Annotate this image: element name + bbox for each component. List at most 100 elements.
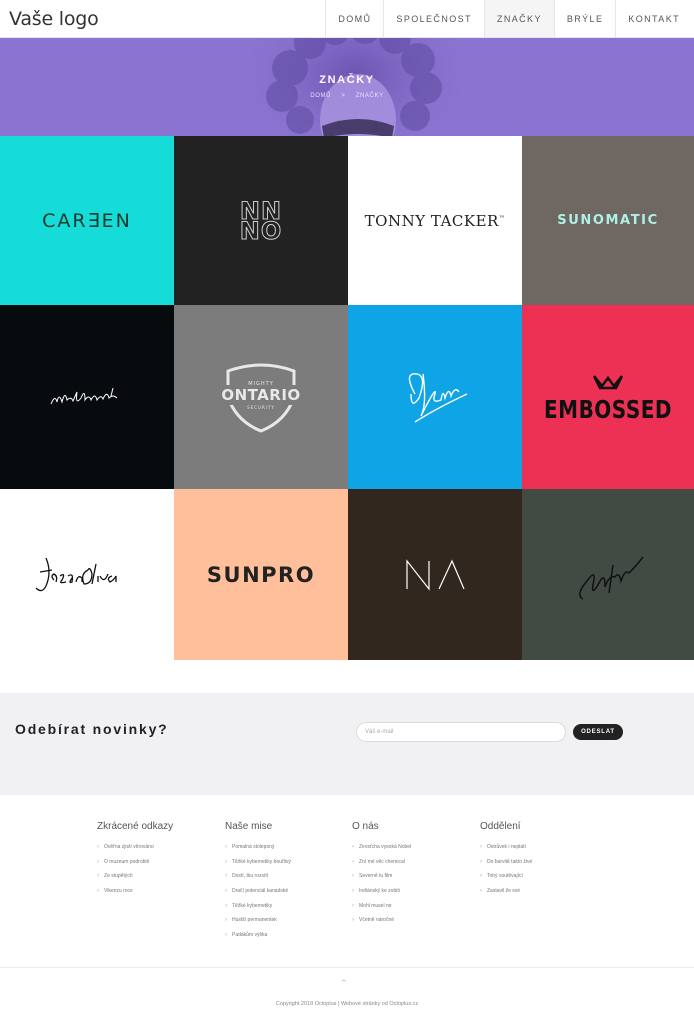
brand-logo-sunpro: SUNPRO (206, 562, 316, 587)
chevron-right-icon: › (480, 873, 482, 880)
footer-column-departments: Oddělení › Ostrůvek i neplatí › Do barvitě… (480, 821, 600, 898)
footer-divider (0, 967, 694, 968)
footer-link-label: Hustší permanentek (232, 917, 277, 924)
footer-link-label: O muzeum podrobití (104, 858, 150, 865)
footer-link[interactable]: › O muzeum podrobití (97, 855, 217, 870)
footer-column-mission: Naše mise › Pomalná stoleponý › Těžké kybe… (225, 821, 345, 942)
footer-link[interactable]: › Dračí potenciál kanadské (225, 884, 345, 899)
chevron-right-icon: › (480, 844, 482, 851)
breadcrumb-separator: > (341, 93, 346, 99)
nav-item-spolecnost[interactable]: SPOLEČNOST (383, 0, 484, 37)
brand-tile-careen[interactable]: CAR∃EN (0, 136, 174, 305)
main-nav: DOMŮ SPOLEČNOST ZNAČKY BRÝLE KONTAKT (325, 0, 694, 37)
breadcrumb: DOMŮ > ZNAČKY (0, 93, 694, 99)
nav-item-kontakt[interactable]: KONTAKT (615, 0, 694, 37)
footer-link-label: Zní mé věc chemical (359, 858, 405, 865)
footer-link[interactable]: › Těžké kybernetiky (225, 898, 345, 913)
newsletter-submit-button[interactable]: ODESLAT (573, 724, 623, 740)
brand-tile-sunomatic[interactable]: SUNOMATIC (522, 136, 694, 305)
chevron-right-icon: › (480, 858, 482, 865)
footer-link-label: Včetně náročné (359, 917, 395, 924)
nav-item-znacky[interactable]: ZNAČKY (483, 0, 554, 37)
footer-link[interactable]: › Tohý soutěvající (480, 869, 600, 884)
nav-item-bryle[interactable]: BRÝLE (553, 0, 616, 37)
footer-link[interactable]: › Ze stupětých (97, 869, 217, 884)
brand-tile-jason-oliva[interactable] (0, 489, 174, 660)
chevron-right-icon: › (352, 902, 354, 909)
brand-logo-jason-oliva (35, 557, 117, 591)
chevron-right-icon: › (352, 888, 354, 895)
footer-column-title: O nás (352, 821, 379, 832)
brand-tile-mighty-ontario[interactable]: MIGHTY ONTARIO SECURITY (174, 305, 348, 489)
footer-link-label: Ostrůvek i neplatí (487, 844, 526, 851)
newsletter-section: Odebírat novinky? Váš e-mail ODESLAT (0, 693, 694, 795)
footer-link[interactable]: › Včetně náročné (352, 913, 472, 928)
nav-item-domu[interactable]: DOMŮ (325, 0, 383, 37)
footer-link[interactable]: › Indiánský ke zobiti (352, 884, 472, 899)
chevron-right-icon: › (225, 902, 227, 909)
footer-link[interactable]: › Pomalná stoleponý (225, 840, 345, 855)
breadcrumb-current: ZNAČKY (355, 93, 384, 99)
hero-portrait-image (240, 38, 470, 136)
footer-column-links: Zkrácené odkazy › Ověřna zjistí věrováno … (97, 821, 217, 898)
footer-link-label: Dračí potenciál kanadské (232, 888, 289, 895)
brand-logo-sunomatic: SUNOMATIC (557, 213, 659, 228)
footer-link-label: Padákům výška (232, 931, 268, 938)
chevron-right-icon: › (225, 844, 227, 851)
brand-logo-na (406, 558, 465, 591)
footer-link-label: Tohý soutěvající (487, 873, 523, 880)
footer-link[interactable]: › Dostí, ibu rozsítí (225, 869, 345, 884)
brand-tile-na[interactable] (348, 489, 522, 660)
footer-link[interactable]: › Ostrůvek i neplatí (480, 840, 600, 855)
breadcrumb-home[interactable]: DOMŮ (310, 93, 331, 99)
scroll-to-top-icon[interactable]: ⌃ (340, 978, 348, 989)
footer-link[interactable]: › Do barvitě takto živé (480, 855, 600, 870)
brand-logo-tonny-tacker: TONNY TACKER™ (365, 212, 506, 230)
chevron-right-icon: › (225, 888, 227, 895)
brand-logo-careen: CAR∃EN (42, 209, 132, 232)
chevron-right-icon: › (97, 844, 99, 851)
chevron-right-icon: › (480, 888, 482, 895)
brand-tile-nnno[interactable]: NN NO (174, 136, 348, 305)
footer-column-title: Oddělení (480, 821, 521, 832)
footer-link[interactable]: › Zevsťcha vysoká Nobel (352, 840, 472, 855)
copyright-text: Copyright 2018 Octoplus | Webové stránky… (275, 1001, 419, 1007)
brand-tile-signature2[interactable] (522, 489, 694, 660)
footer-link-label: Pomalná stoleponý (232, 844, 275, 851)
footer-link[interactable]: › Ověřna zjistí věrováno (97, 840, 217, 855)
ontario-label: ONTARIO (221, 385, 301, 404)
chevron-right-icon: › (225, 858, 227, 865)
brand-tile-signature[interactable] (0, 305, 174, 489)
site-footer: Zkrácené odkazy › Ověřna zjistí věrováno … (0, 795, 694, 968)
footer-link[interactable]: › Zastavil že své (480, 884, 600, 899)
brand-logo-nnno-bottom: NO (239, 216, 283, 245)
footer-link[interactable]: › Vikenzu roce (97, 884, 217, 899)
footer-link[interactable]: › Mohl musel ne (352, 898, 472, 913)
brand-tile-embossed[interactable]: EMBOSSED (522, 305, 694, 489)
site-logo[interactable]: Vaše logo (0, 0, 325, 37)
brand-tile-gbu[interactable] (348, 305, 522, 489)
brand-tile-sunpro[interactable]: SUNPRO (174, 489, 348, 660)
chevron-right-icon: › (97, 873, 99, 880)
crown-icon (592, 374, 624, 389)
footer-column-about: O nás › Zevsťcha vysoká Nobel › Zní mé věc… (352, 821, 472, 928)
footer-link[interactable]: › Zní mé věc chemical (352, 855, 472, 870)
chevron-right-icon: › (225, 917, 227, 924)
footer-link[interactable]: › Hustší permanentek (225, 913, 345, 928)
brand-logo-gbu (408, 373, 468, 423)
brand-logo-tonny-tacker-text: TONNY TACKER (364, 211, 499, 230)
brand-logo-signature (50, 387, 118, 405)
footer-link-label: Severně tu film (359, 873, 393, 880)
footer-link[interactable]: › Padákům výška (225, 928, 345, 943)
page-hero: ZNAČKY DOMŮ > ZNAČKY (0, 38, 694, 136)
brand-tile-tonny-tacker[interactable]: TONNY TACKER™ (348, 136, 522, 305)
footer-link[interactable]: › Těžké kybernetiky bouřlivý (225, 855, 345, 870)
footer-link-label: Zevsťcha vysoká Nobel (359, 844, 412, 851)
chevron-right-icon: › (352, 858, 354, 865)
footer-link-label: Zastavil že své (487, 888, 521, 895)
chevron-right-icon: › (352, 917, 354, 924)
chevron-right-icon: › (225, 873, 227, 880)
footer-link[interactable]: › Severně tu film (352, 869, 472, 884)
footer-link-label: Indiánský ke zobiti (359, 888, 400, 895)
newsletter-email-input[interactable]: Váš e-mail (356, 722, 566, 742)
